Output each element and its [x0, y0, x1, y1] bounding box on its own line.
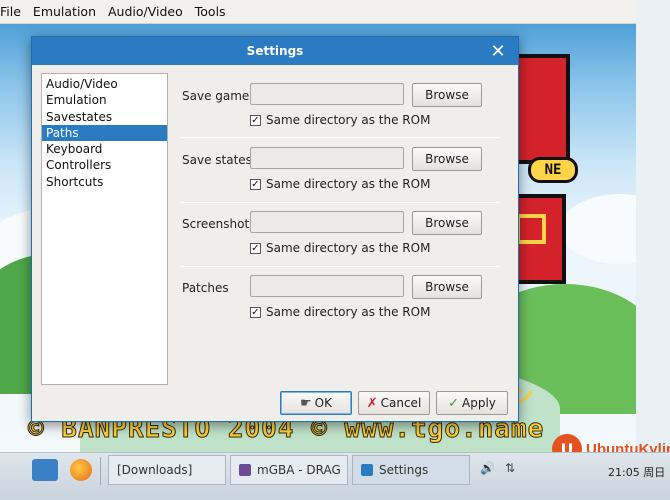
menu-audio-video[interactable]: Audio/Video: [102, 4, 189, 19]
save-states-same-dir[interactable]: ✓ Same directory as the ROM: [250, 177, 430, 191]
save-states-path-input[interactable]: [250, 147, 404, 169]
save-states-same-dir-label: Same directory as the ROM: [266, 177, 431, 191]
volume-icon[interactable]: 🔊: [480, 461, 495, 475]
section-divider: [180, 266, 500, 267]
dialog-title: Settings: [246, 44, 304, 58]
save-games-same-dir[interactable]: ✓ Same directory as the ROM: [250, 113, 430, 127]
category-emulation[interactable]: Emulation: [42, 92, 167, 108]
network-icon[interactable]: ⇅: [505, 461, 515, 475]
taskbar-separator: [100, 457, 101, 485]
section-divider: [180, 202, 500, 203]
firefox-icon[interactable]: [70, 459, 92, 481]
settings-app-icon: [361, 464, 373, 476]
settings-category-list: Audio/Video Emulation Savestates Paths K…: [41, 73, 168, 385]
screenshots-same-dir[interactable]: ✓ Same directory as the ROM: [250, 241, 430, 255]
title-art-block: [510, 54, 570, 164]
title-art-emblem: [516, 214, 546, 244]
screenshots-label: Screenshots: [182, 217, 256, 231]
cancel-button-label: Cancel: [380, 396, 422, 410]
cancel-x-icon: ✗: [366, 395, 378, 411]
menu-emulation[interactable]: Emulation: [27, 4, 102, 19]
category-keyboard[interactable]: Keyboard: [42, 141, 167, 157]
screenshots-checkbox[interactable]: ✓: [250, 242, 261, 254]
save-states-label: Save states: [182, 153, 252, 167]
taskbar: [Downloads] mGBA - DRAG Settings 🔊 ⇅ 21:…: [0, 452, 670, 500]
menu-tools[interactable]: Tools: [189, 4, 232, 19]
patches-label: Patches: [182, 281, 229, 295]
category-savestates[interactable]: Savestates: [42, 109, 167, 125]
apply-check-icon: ✓: [448, 395, 459, 411]
dialog-titlebar[interactable]: Settings ✕: [32, 37, 518, 65]
screenshots-path-input[interactable]: [250, 211, 404, 233]
close-icon[interactable]: ✕: [488, 41, 508, 62]
save-games-path-input[interactable]: [250, 83, 404, 105]
screenshots-browse-button[interactable]: Browse: [412, 211, 482, 235]
save-games-same-dir-label: Same directory as the ROM: [266, 113, 431, 127]
menubar: File Emulation Audio/Video Tools: [0, 0, 636, 24]
start-menu-icon[interactable]: [32, 459, 58, 481]
save-games-label: Save games: [182, 89, 256, 103]
taskbar-item-downloads[interactable]: [Downloads]: [108, 455, 226, 485]
taskbar-item-downloads-label: [Downloads]: [117, 463, 193, 477]
ok-hand-icon: ☛: [300, 395, 312, 411]
taskbar-item-mgba[interactable]: mGBA - DRAG: [230, 455, 348, 485]
apply-button-label: Apply: [462, 396, 496, 410]
cancel-button[interactable]: ✗ Cancel: [358, 391, 430, 415]
patches-same-dir[interactable]: ✓ Same directory as the ROM: [250, 305, 430, 319]
patches-browse-button[interactable]: Browse: [412, 275, 482, 299]
ok-button[interactable]: ☛ OK: [280, 391, 352, 415]
ok-button-label: OK: [314, 396, 332, 410]
taskbar-item-settings[interactable]: Settings: [352, 455, 470, 485]
taskbar-item-settings-label: Settings: [379, 463, 429, 477]
category-paths[interactable]: Paths: [42, 124, 167, 142]
taskbar-item-mgba-label: mGBA - DRAG: [257, 463, 341, 477]
mgba-app-icon: [239, 464, 251, 476]
save-games-browse-button[interactable]: Browse: [412, 83, 482, 107]
patches-same-dir-label: Same directory as the ROM: [266, 305, 431, 319]
apply-button[interactable]: ✓ Apply: [436, 391, 508, 415]
taskbar-clock[interactable]: 21:05 周日: [608, 464, 665, 480]
save-games-checkbox[interactable]: ✓: [250, 114, 261, 126]
patches-checkbox[interactable]: ✓: [250, 306, 261, 318]
save-states-checkbox[interactable]: ✓: [250, 178, 261, 190]
patches-path-input[interactable]: [250, 275, 404, 297]
save-states-browse-button[interactable]: Browse: [412, 147, 482, 171]
title-art-tag: NE: [528, 157, 578, 183]
section-divider: [180, 137, 500, 138]
system-tray: 🔊 ⇅: [480, 461, 515, 475]
category-shortcuts[interactable]: Shortcuts: [42, 174, 167, 190]
settings-dialog: Settings ✕ Audio/Video Emulation Savesta…: [31, 36, 519, 422]
category-controllers[interactable]: Controllers: [42, 157, 167, 173]
category-audio-video[interactable]: Audio/Video: [42, 76, 167, 92]
menu-file[interactable]: File: [0, 4, 27, 19]
screenshots-same-dir-label: Same directory as the ROM: [266, 241, 431, 255]
